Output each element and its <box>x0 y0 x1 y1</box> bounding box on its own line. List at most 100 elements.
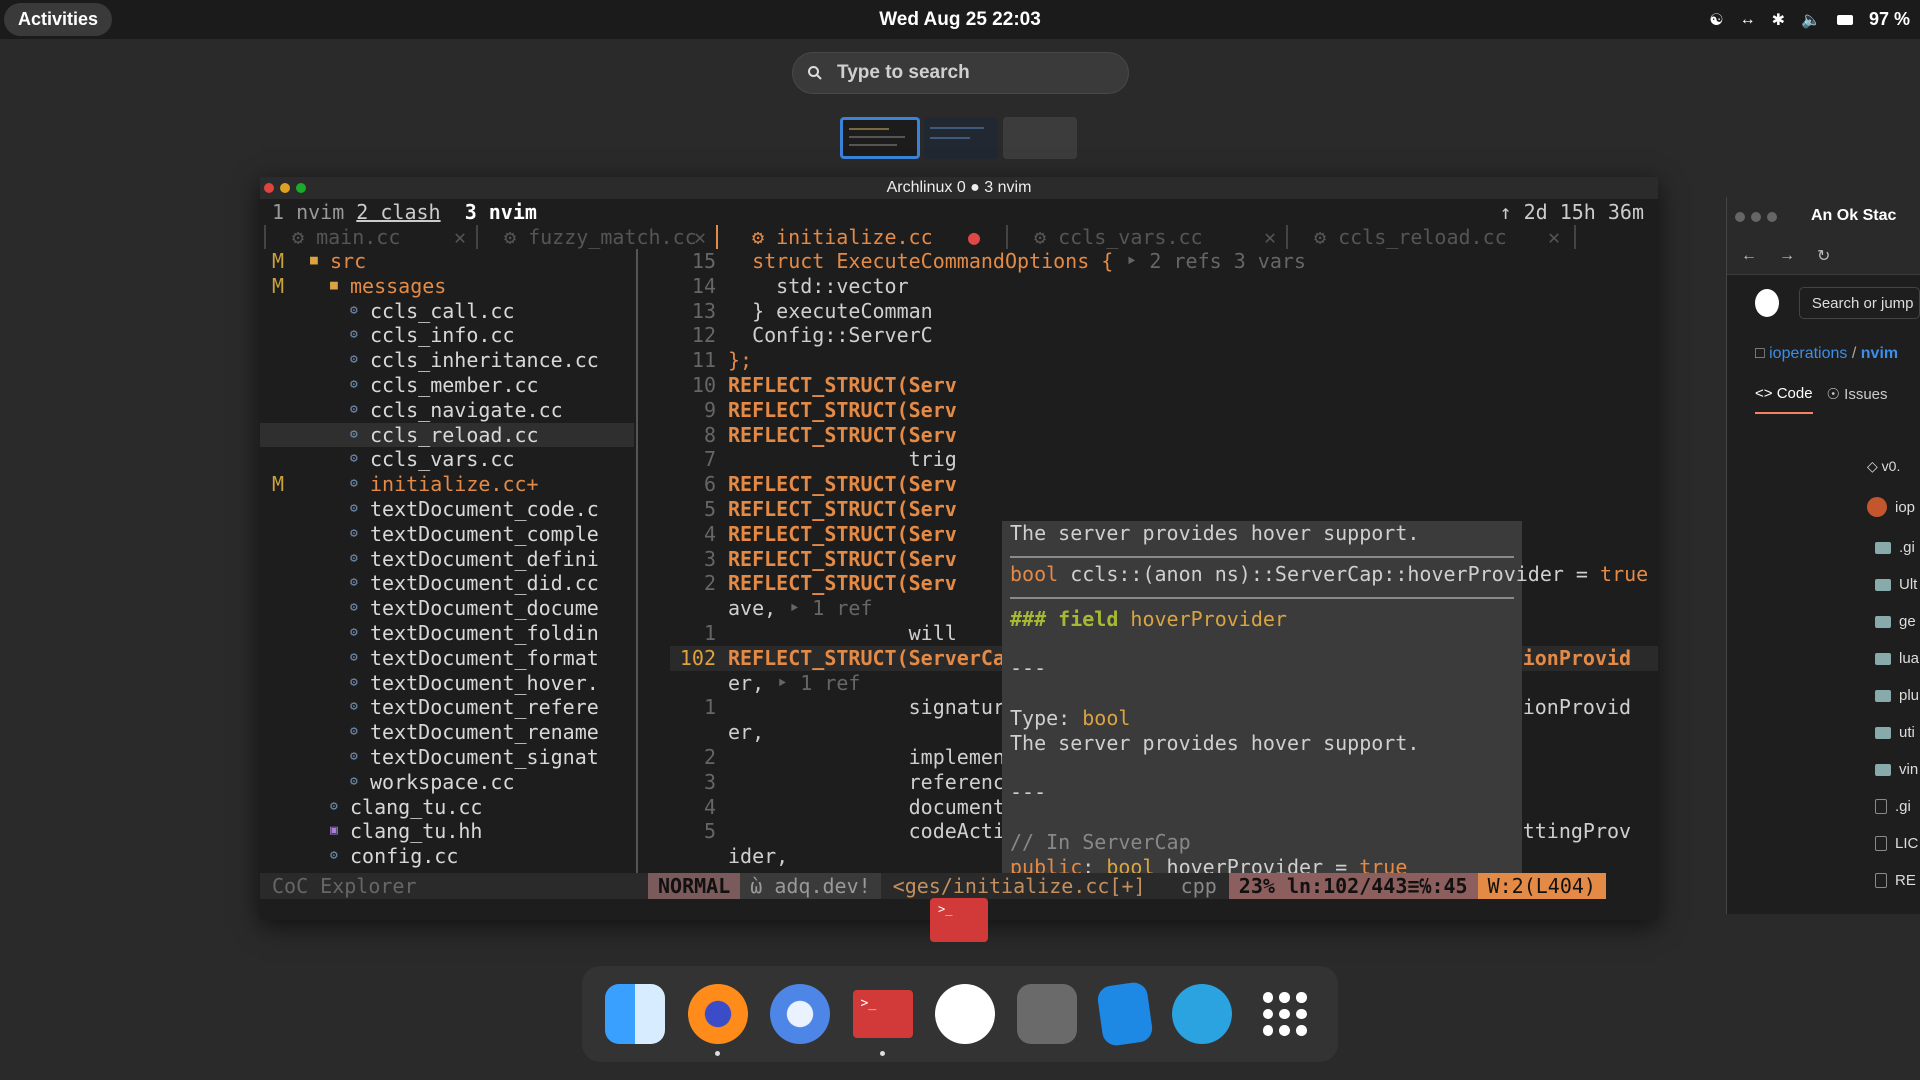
tab-ccls-vars[interactable]: ⚙ ccls_vars.cc ✕ <box>1006 225 1286 249</box>
tab-main[interactable]: ⚙ main.cc ✕ <box>264 225 476 249</box>
repo-file-row[interactable]: .gi <box>1875 529 1920 566</box>
volume-icon[interactable]: 🔈 <box>1801 10 1821 30</box>
close-icon[interactable]: ✕ <box>1264 225 1276 249</box>
close-icon[interactable]: ✕ <box>1548 225 1560 249</box>
accessibility-icon[interactable]: ☯ <box>1709 10 1723 30</box>
explorer-file[interactable]: M ⚙ initialize.cc+ <box>260 472 634 497</box>
tab-ccls-reload[interactable]: ⚙ ccls_reload.cc ✕ <box>1286 225 1576 249</box>
battery-icon[interactable] <box>1836 14 1853 25</box>
minimize-window-button[interactable] <box>280 183 290 193</box>
commit-author[interactable]: iop <box>1727 497 1920 517</box>
explorer-file[interactable]: ⚙ ccls_inheritance.cc <box>260 348 634 373</box>
explorer-file[interactable]: ⚙ clang_tu.cc <box>260 795 634 820</box>
tag-selector[interactable]: ◇ v0. <box>1727 458 1920 475</box>
explorer-file[interactable]: ⚙ textDocument_foldin <box>260 621 634 646</box>
modified-icon[interactable]: ● <box>968 225 980 249</box>
github-search[interactable]: Search or jump <box>1798 287 1920 319</box>
file-explorer[interactable]: M ■ src M ■ messages ⚙ ccls_call.cc ⚙ ccls_info.c… <box>260 249 634 873</box>
code-line[interactable]: 15 struct ExecuteCommandOptions { ‣ 2 re… <box>670 249 1658 274</box>
vscodium-icon[interactable] <box>934 984 995 1044</box>
search-input[interactable] <box>837 62 1097 84</box>
explorer-file[interactable]: ⚙ textDocument_docume <box>260 596 634 621</box>
code-line[interactable]: 12 Config::ServerC <box>670 323 1658 348</box>
explorer-folder[interactable]: M ■ messages <box>260 274 634 299</box>
close-icon[interactable]: ✕ <box>694 225 706 249</box>
clock[interactable]: Wed Aug 25 22:03 <box>0 0 1920 39</box>
code-line[interactable]: 11}; <box>670 348 1658 373</box>
tab-issues[interactable]: ☉ Issues <box>1827 385 1888 414</box>
explorer-file[interactable]: ⚙ textDocument_signat <box>260 745 634 770</box>
code-line[interactable]: 8 REFLECT_STRUCT(Serv <box>670 423 1658 448</box>
repo-owner-link[interactable]: ioperations <box>1769 345 1847 362</box>
explorer-file[interactable]: ⚙ textDocument_comple <box>260 522 634 547</box>
code-line[interactable]: 10 REFLECT_STRUCT(Serv <box>670 373 1658 398</box>
code-line[interactable]: 9 REFLECT_STRUCT(Serv <box>670 398 1658 423</box>
overview-search[interactable] <box>792 52 1129 94</box>
explorer-file[interactable]: ⚙ ccls_info.cc <box>260 323 634 348</box>
settings-icon[interactable] <box>1017 984 1078 1044</box>
system-tray[interactable]: ☯ ↔ ✱ 🔈 97 % <box>1709 0 1910 39</box>
explorer-file[interactable]: ⚙ textDocument_code.c <box>260 497 634 522</box>
explorer-file[interactable]: ⚙ textDocument_hover. <box>260 671 634 696</box>
terminal-window[interactable]: Archlinux 0 ● 3 nvim 1 nvim 2 clash 3 nv… <box>260 177 1658 920</box>
tmux-window-3[interactable]: 3 nvim <box>465 200 537 224</box>
back-icon[interactable]: ← <box>1741 247 1757 265</box>
code-line[interactable]: 14 std::vector <box>670 274 1658 299</box>
explorer-file[interactable]: ⚙ ccls_call.cc <box>260 299 634 324</box>
close-icon[interactable]: ✕ <box>454 225 466 249</box>
forward-icon[interactable]: → <box>1779 247 1795 265</box>
code-line[interactable]: 5 REFLECT_STRUCT(Serv <box>670 497 1658 522</box>
explorer-file[interactable]: ⚙ config.cc <box>260 844 634 869</box>
close-window-button[interactable] <box>264 183 274 193</box>
repo-file-row[interactable]: vin <box>1875 751 1920 788</box>
terminal-titlebar[interactable]: Archlinux 0 ● 3 nvim <box>260 177 1658 199</box>
repo-file-row[interactable]: .gi <box>1875 788 1920 825</box>
repo-file-row[interactable]: RE <box>1875 862 1920 899</box>
browser-tab-title[interactable]: An Ok Stac <box>1811 207 1896 225</box>
telegram-icon[interactable] <box>1172 984 1233 1044</box>
explorer-file[interactable]: ⚙ ccls_vars.cc <box>260 447 634 472</box>
split-divider[interactable] <box>636 249 642 873</box>
browser-titlebar[interactable]: An Ok Stac <box>1727 197 1920 237</box>
repo-file-row[interactable]: Ult <box>1875 566 1920 603</box>
app-grid-icon[interactable] <box>1255 984 1315 1044</box>
workspace-thumbnail-1[interactable] <box>840 117 920 159</box>
tmux-window-1[interactable]: 1 nvim <box>272 200 344 224</box>
explorer-file[interactable]: ⚙ ccls_navigate.cc <box>260 398 634 423</box>
explorer-file[interactable]: ⚙ textDocument_refere <box>260 695 634 720</box>
browser-window[interactable]: An Ok Stac ← → ↻ ◯ Search or jump □ iope… <box>1726 197 1920 914</box>
repo-file-row[interactable]: uti <box>1875 714 1920 751</box>
finder-icon[interactable] <box>605 984 666 1044</box>
minimize-window-button[interactable] <box>1751 212 1761 222</box>
codelens-refs[interactable]: ‣ 1 ref <box>776 596 872 620</box>
github-logo-icon[interactable] <box>1755 289 1779 317</box>
bluetooth-icon[interactable]: ✱ <box>1772 10 1785 30</box>
explorer-file[interactable]: ▣ clang_tu.hh <box>260 819 634 844</box>
repo-name-link[interactable]: nvim <box>1861 345 1898 362</box>
tab-fuzzy-match[interactable]: ⚙ fuzzy_match.cc ✕ <box>476 225 716 249</box>
tab-initialize[interactable]: ⚙ initialize.cc ● <box>716 225 1006 249</box>
explorer-file[interactable]: ⚙ ccls_reload.cc <box>260 422 634 448</box>
tab-code[interactable]: <> Code <box>1755 385 1813 414</box>
terminal-window-preview[interactable]: >_ <box>930 898 988 942</box>
workspace-thumbnail-2[interactable] <box>924 117 998 159</box>
workspace-thumbnail-3[interactable] <box>1003 117 1077 159</box>
tmux-window-2[interactable]: 2 clash <box>356 200 440 224</box>
terminal-icon[interactable]: >_ <box>852 990 913 1056</box>
code-line[interactable]: 7 trig <box>670 447 1658 472</box>
explorer-file[interactable]: ⚙ ccls_member.cc <box>260 373 634 398</box>
explorer-file[interactable]: ⚙ textDocument_format <box>260 646 634 671</box>
code-line[interactable]: 6 REFLECT_STRUCT(Serv <box>670 472 1658 497</box>
network-icon[interactable]: ↔ <box>1740 11 1756 29</box>
maximize-window-button[interactable] <box>296 183 306 193</box>
repo-file-row[interactable]: lua <box>1875 640 1920 677</box>
chromium-icon[interactable] <box>770 984 831 1044</box>
close-window-button[interactable] <box>1735 212 1745 222</box>
notes-icon[interactable] <box>1095 980 1154 1048</box>
explorer-file[interactable]: ⚙ textDocument_did.cc <box>260 571 634 596</box>
explorer-folder[interactable]: M ■ src <box>260 249 634 274</box>
explorer-file[interactable]: ⚙ workspace.cc <box>260 770 634 795</box>
codelens-refs[interactable]: ‣ 2 refs 3 vars <box>1113 249 1306 273</box>
reload-icon[interactable]: ↻ <box>1817 246 1830 266</box>
explorer-file[interactable]: ⚙ textDocument_rename <box>260 720 634 745</box>
